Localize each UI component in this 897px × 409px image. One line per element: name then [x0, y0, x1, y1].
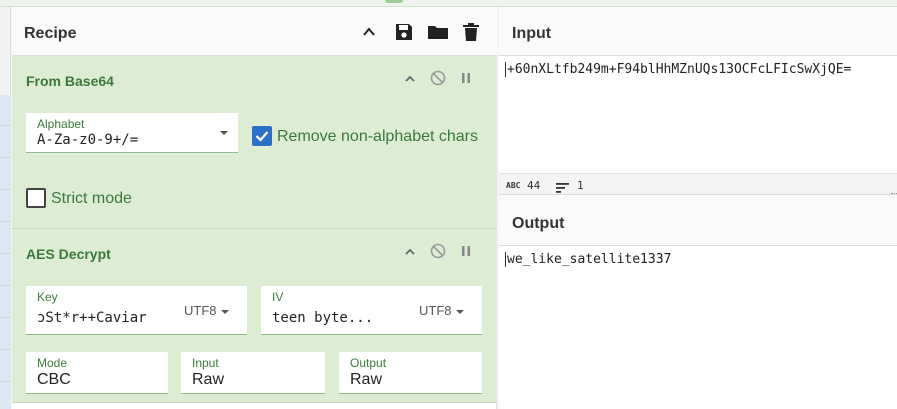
mode-value: CBC: [37, 371, 71, 388]
recipe-header: Recipe: [12, 7, 497, 56]
disable-operation-icon[interactable]: [430, 243, 446, 259]
output-textarea[interactable]: we_like_satellite1337: [505, 252, 671, 267]
list-divider: [0, 157, 11, 158]
input-textarea[interactable]: +60nXLtfb249m+F94blHhMZnUQs13OCFcLFIcSwX…: [505, 62, 851, 77]
operation-aes-decrypt: AES Decrypt Key ɔSt*r++Caviar UTF8 IV te…: [12, 229, 497, 403]
collapse-operation-icon[interactable]: [402, 244, 418, 260]
top-strip: [0, 0, 897, 7]
input-format-label: Input: [192, 356, 219, 370]
output-format-select[interactable]: Output Raw: [339, 352, 482, 394]
alphabet-select[interactable]: Alphabet A-Za-z0-9+/=: [26, 113, 238, 153]
mode-select[interactable]: Mode CBC: [26, 352, 168, 394]
input-status-bar: ABC 44 1: [499, 173, 897, 195]
alphabet-label: Alphabet: [37, 117, 85, 131]
iv-field[interactable]: IV teen byte... UTF8: [261, 286, 482, 335]
loading-indicator: [385, 0, 403, 3]
recipe-title: Recipe: [24, 25, 77, 42]
operation-title: From Base64: [26, 73, 114, 89]
mode-label: Mode: [37, 356, 68, 370]
chevron-down-icon: [220, 309, 229, 314]
breakpoint-pause-icon[interactable]: [458, 70, 474, 86]
iv-input[interactable]: teen byte...: [272, 310, 396, 326]
list-divider: [0, 221, 11, 222]
list-divider: [0, 381, 11, 382]
load-recipe-folder-icon[interactable]: [426, 20, 450, 44]
clear-recipe-trash-icon[interactable]: [459, 20, 483, 44]
output-format-label: Output: [350, 356, 387, 370]
remove-non-alphabet-label: Remove non-alphabet chars: [277, 128, 479, 145]
save-recipe-icon[interactable]: [392, 20, 416, 44]
chevron-down-icon: [220, 131, 228, 135]
alphabet-value: A-Za-z0-9+/=: [37, 132, 139, 148]
list-divider: [0, 317, 11, 318]
key-field[interactable]: Key ɔSt*r++Caviar UTF8: [26, 286, 247, 335]
list-divider: [0, 253, 11, 254]
output-panel: Output we_like_satellite1337: [499, 195, 897, 409]
key-encoding-select[interactable]: UTF8: [184, 303, 229, 318]
input-length: 44: [527, 179, 541, 192]
collapse-operation-icon[interactable]: [402, 71, 418, 87]
collapse-all-icon[interactable]: [357, 20, 381, 44]
iv-encoding-value: UTF8: [419, 303, 452, 318]
iv-encoding-select[interactable]: UTF8: [419, 303, 464, 318]
output-header: Output: [499, 195, 897, 246]
input-header: Input: [499, 7, 897, 56]
output-format-value: Raw: [350, 371, 383, 388]
key-label: Key: [37, 290, 58, 304]
list-divider: [0, 285, 11, 286]
key-input[interactable]: ɔSt*r++Caviar: [37, 310, 161, 326]
abc-length-icon: ABC: [506, 181, 521, 190]
key-encoding-value: UTF8: [184, 303, 217, 318]
operation-from-base64: From Base64 Alphabet A-Za-z0-9+/= Remove…: [12, 56, 497, 229]
list-divider: [0, 189, 11, 190]
breakpoint-pause-icon[interactable]: [458, 243, 474, 259]
list-divider: [0, 125, 11, 126]
disable-operation-icon[interactable]: [430, 70, 446, 86]
operations-list-selected: [0, 95, 11, 409]
remove-non-alphabet-checkbox[interactable]: [252, 126, 272, 146]
output-title: Output: [512, 215, 565, 232]
input-format-select[interactable]: Input Raw: [181, 352, 325, 394]
chevron-down-icon: [455, 309, 464, 314]
operation-title: AES Decrypt: [26, 246, 111, 262]
input-title: Input: [512, 25, 552, 42]
input-format-value: Raw: [192, 371, 225, 388]
input-line-count: 1: [577, 179, 584, 192]
strict-mode-label: Strict mode: [51, 190, 132, 207]
cyberchef-app: Recipe From Base64 Alphabet A-Za-z0-9+/=…: [0, 0, 897, 409]
iv-label: IV: [272, 290, 284, 304]
operations-list-edge[interactable]: [0, 7, 11, 409]
input-panel: Input +60nXLtfb249m+F94blHhMZnUQs13OCFcL…: [499, 7, 897, 173]
recipe-panel: Recipe From Base64 Alphabet A-Za-z0-9+/=…: [12, 7, 497, 409]
strict-mode-checkbox[interactable]: [26, 188, 46, 208]
list-divider: [0, 349, 11, 350]
